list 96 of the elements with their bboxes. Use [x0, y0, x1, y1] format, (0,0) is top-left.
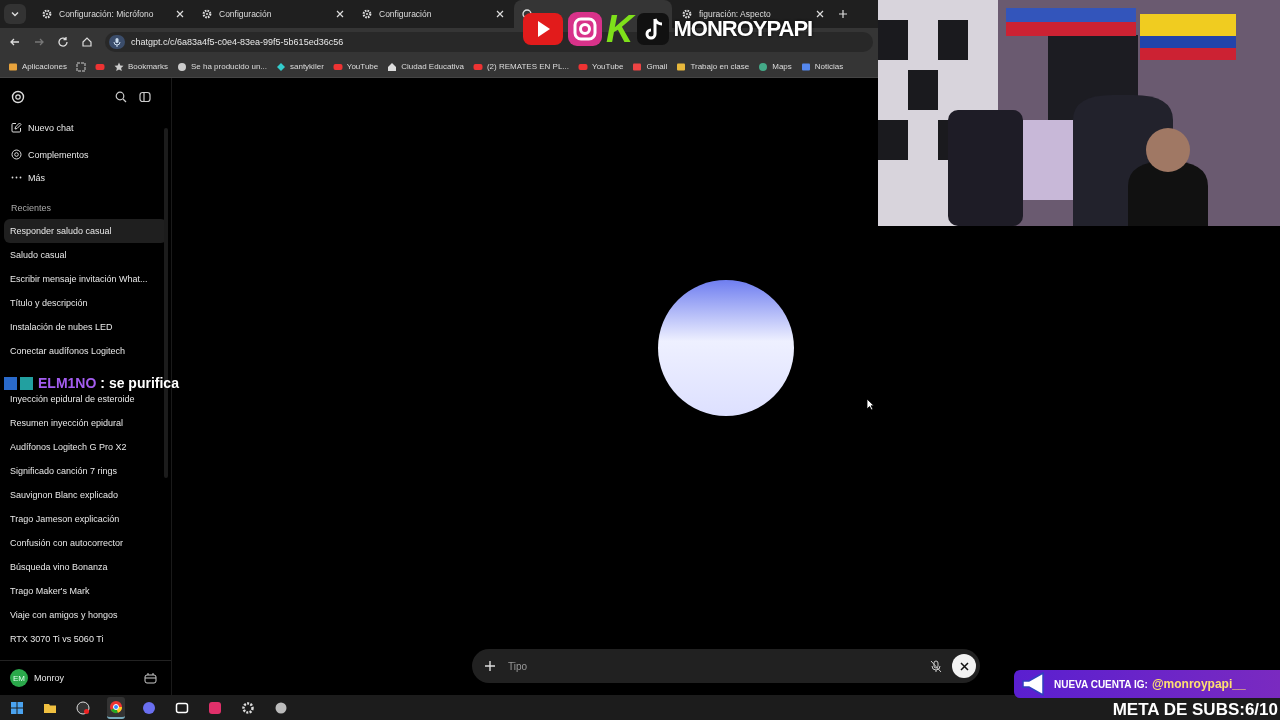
bookmark-link[interactable]: Maps: [772, 62, 792, 71]
chat-history-item[interactable]: Trago Jameson explicación: [4, 507, 167, 531]
close-icon: [959, 661, 969, 671]
voice-orb-icon: [658, 279, 794, 416]
chat-history-item[interactable]: Confusión con autocorrector: [4, 531, 167, 555]
add-icon[interactable]: [484, 660, 496, 672]
chat-history-item[interactable]: Responder saludo casual: [4, 219, 167, 243]
windows-icon: [10, 700, 24, 715]
bookmark-link[interactable]: (2) REMATES EN PL...: [486, 62, 570, 71]
microphone-muted-icon[interactable]: [930, 659, 942, 673]
chat-message: : se purifica: [100, 375, 179, 391]
map-pin-icon[interactable]: [758, 61, 769, 72]
bookmark-link[interactable]: Bookmarks: [127, 62, 168, 71]
tab-search-button[interactable]: [4, 4, 26, 24]
play-icon[interactable]: [94, 61, 105, 72]
reload-icon[interactable]: [57, 36, 69, 48]
video-app-icon: [208, 700, 222, 715]
home-icon[interactable]: [81, 36, 93, 48]
chat-history-item[interactable]: RTX 3070 Ti vs 5060 Ti: [4, 627, 167, 651]
chat-history-item[interactable]: Instalación de nubes LED: [4, 315, 167, 339]
at-sign-icon[interactable]: [11, 149, 22, 160]
grid-icon[interactable]: [75, 61, 86, 72]
mouse-cursor-icon: [866, 398, 875, 411]
music-note-icon: [636, 12, 671, 46]
sidebar-toggle-icon[interactable]: [139, 91, 151, 103]
chat-history-item[interactable]: Búsqueda vino Bonanza: [4, 555, 167, 579]
bookmark-link[interactable]: Ciudad Educativa: [401, 62, 464, 71]
search-icon[interactable]: [115, 91, 127, 103]
sidebar-action[interactable]: Complementos: [28, 149, 89, 160]
star-icon[interactable]: [113, 61, 124, 72]
board-icon[interactable]: [676, 61, 687, 72]
close-tab-icon[interactable]: [336, 10, 344, 18]
camera-icon: [567, 11, 603, 47]
caret-icon: [10, 9, 20, 19]
chat-history-item[interactable]: Escribir mensaje invitación What...: [4, 267, 167, 291]
record-icon: [76, 700, 90, 715]
bookmark-link[interactable]: Noticias: [814, 62, 844, 71]
bookmark-link[interactable]: Gmail: [646, 62, 668, 71]
chat-history-item[interactable]: Resumen inyección epidural: [4, 411, 167, 435]
close-tab-icon[interactable]: [816, 10, 824, 18]
bookmark-link[interactable]: YouTube: [346, 62, 379, 71]
bookmark-link[interactable]: santykiler: [290, 62, 324, 71]
badge-icon: [4, 376, 34, 390]
gear-icon: [362, 9, 372, 19]
chat-username: ELM1NO: [38, 375, 97, 391]
user-name: Monroy: [34, 673, 64, 683]
taskbar-button[interactable]: [107, 696, 125, 719]
editor-icon: [175, 700, 189, 715]
play-icon[interactable]: [578, 61, 589, 72]
news-icon[interactable]: [800, 61, 811, 72]
subscriber-goal: META DE SUBS:6/10: [1112, 700, 1278, 720]
bookmark-link[interactable]: Se ha producido un...: [190, 62, 267, 71]
chat-history-item[interactable]: Sauvignon Blanc explicado: [4, 483, 167, 507]
edit-icon[interactable]: [11, 122, 22, 133]
microphone-icon: [109, 35, 125, 49]
chatgpt-logo-icon[interactable]: [11, 90, 25, 104]
settings-icon: [241, 700, 255, 715]
chat-history-item[interactable]: Trago Maker's Mark: [4, 579, 167, 603]
chat-history-item[interactable]: Título y descripción: [4, 291, 167, 315]
browser-icon: [109, 699, 123, 714]
gear-icon: [202, 9, 212, 19]
browser-tab[interactable]: Configuración: [354, 0, 512, 28]
gear-icon: [42, 9, 52, 19]
play-icon[interactable]: [332, 61, 343, 72]
chat-history-item[interactable]: Saludo casual: [4, 243, 167, 267]
bookmark-link[interactable]: Aplicaciones: [22, 62, 67, 71]
globe-icon[interactable]: [176, 61, 187, 72]
chat-history-item[interactable]: Conectar audífonos Logitech: [4, 339, 167, 363]
sidebar-action[interactable]: Más: [28, 172, 45, 183]
browser-tab[interactable]: Configuración: Micrófono: [34, 0, 192, 28]
house-icon[interactable]: [387, 61, 398, 72]
chat-history-item[interactable]: Significado canción 7 rings: [4, 459, 167, 483]
bookmark-link[interactable]: YouTube: [592, 62, 624, 71]
browser-tab[interactable]: Configuración: [194, 0, 352, 28]
apps-icon[interactable]: [8, 61, 18, 72]
diamond-icon[interactable]: [276, 61, 286, 72]
play-button-icon: [522, 12, 564, 46]
sidebar-action[interactable]: Nuevo chat: [28, 122, 74, 133]
close-tab-icon[interactable]: [496, 10, 504, 18]
message-input[interactable]: Tipo: [506, 659, 920, 673]
announcement-banner: NUEVA CUENTA IG: @monroypapi__: [1014, 670, 1280, 698]
back-icon[interactable]: [9, 36, 21, 48]
play-icon[interactable]: [472, 61, 483, 72]
close-button[interactable]: [952, 654, 976, 678]
forward-icon[interactable]: [33, 36, 45, 48]
section-heading: Recientes: [10, 202, 53, 215]
chat-history-item[interactable]: Viaje con amigos y hongos: [4, 603, 167, 627]
bookmark-link[interactable]: Trabajo en clase: [690, 62, 750, 71]
close-tab-icon[interactable]: [176, 10, 184, 18]
chat-app-icon: [142, 700, 156, 715]
new-tab-icon[interactable]: [838, 9, 848, 19]
mail-icon[interactable]: [632, 61, 643, 72]
chat-history-item[interactable]: Audífonos Logitech G Pro X2: [4, 435, 167, 459]
gear-icon: [682, 9, 692, 19]
app-icon: [274, 700, 288, 715]
message-field[interactable]: Tipo: [472, 649, 980, 683]
